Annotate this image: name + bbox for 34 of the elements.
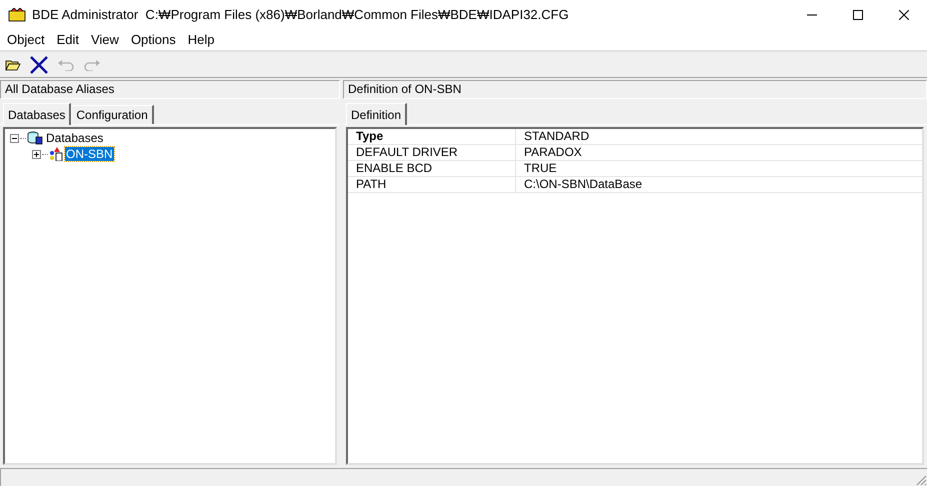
panel-header: All Database Aliases [0,80,340,99]
menu-item[interactable]: Edit [50,30,85,50]
undo-icon [57,58,75,70]
property-name: PATH [348,177,516,192]
tree-item[interactable]: Databases [45,131,104,145]
resize-grip-icon [915,474,927,486]
tab[interactable]: Definition [346,103,408,125]
maximize-icon [853,10,863,20]
toolbar-button[interactable] [28,54,50,76]
app-icon [8,8,26,22]
property-value: C:\ON-SBN\DataBase [523,177,642,192]
redo-icon [83,58,101,70]
window-title: BDE Administrator C:₩Program Files (x86)₩Borland₩Common Files₩BDE₩IDAPI32.CFG [32,6,569,24]
menu-item[interactable]: Object [1,30,51,50]
property-value: TRUE [523,161,557,176]
menu-item[interactable]: Help [182,30,220,50]
menu-item[interactable]: Options [124,30,182,50]
database-icon [27,131,43,145]
menu-item[interactable]: View [84,30,125,50]
alias-icon [49,147,63,161]
panel-header: Definition of ON-SBN [343,80,927,99]
tree-item[interactable]: ON-SBN [65,147,114,161]
close-icon [899,10,909,20]
property-value: STANDARD [523,129,590,144]
tab[interactable]: Databases [3,103,72,125]
property-name: ENABLE BCD [348,161,516,176]
folder-icon [5,58,21,72]
tab[interactable]: Configuration [71,105,154,124]
cross-icon [29,56,49,74]
property-name: Type [348,129,516,144]
collapse-icon[interactable] [10,134,19,142]
property-value: PARADOX [523,145,582,160]
property-name: DEFAULT DRIVER [348,145,516,160]
expand-icon[interactable] [32,150,41,158]
